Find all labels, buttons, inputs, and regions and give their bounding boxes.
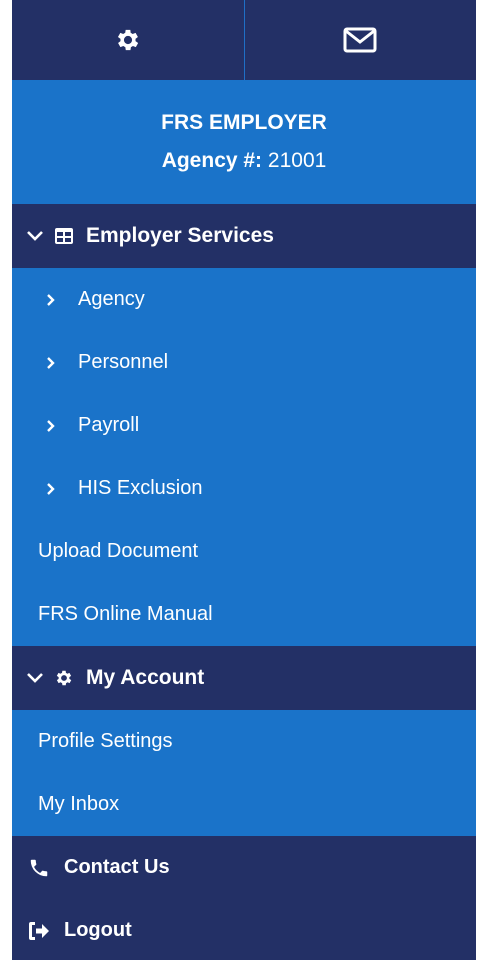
menu-item-label: HIS Exclusion: [78, 477, 203, 499]
logout-link[interactable]: Logout: [12, 899, 476, 960]
chevron-right-icon: [47, 419, 55, 432]
agency-info: FRS EMPLOYER Agency #: 21001: [12, 80, 476, 204]
contact-us-link[interactable]: Contact Us: [12, 836, 476, 899]
upload-document-link[interactable]: Upload Document: [12, 520, 476, 583]
menu-item-label: Personnel: [78, 351, 169, 373]
agency-number: Agency #: 21001: [162, 142, 327, 180]
menu-item-agency[interactable]: Agency: [12, 268, 476, 331]
contact-us-label: Contact Us: [64, 856, 170, 878]
envelope-icon: [343, 27, 377, 53]
my-account-label: My Account: [86, 666, 205, 689]
table-icon: [55, 228, 73, 244]
sidebar-menu: FRS EMPLOYER Agency #: 21001 Employer Se…: [12, 0, 476, 960]
sign-out-icon: [29, 921, 49, 940]
agency-number-value: 21001: [267, 149, 327, 172]
logout-label: Logout: [64, 919, 132, 941]
sidebar-topbar: [12, 0, 476, 80]
agency-number-label: Agency #:: [161, 149, 263, 172]
phone-icon: [30, 859, 48, 876]
my-inbox-label: My Inbox: [38, 793, 120, 815]
profile-settings-label: Profile Settings: [38, 730, 173, 752]
menu-item-his-exclusion[interactable]: HIS Exclusion: [12, 457, 476, 520]
employer-services-list: Agency Personnel Payroll HIS Exclusion: [12, 268, 476, 520]
mail-button[interactable]: [245, 0, 477, 80]
gear-icon: [56, 670, 72, 686]
menu-item-label: Agency: [78, 288, 145, 310]
chevron-right-icon: [47, 293, 55, 306]
employer-services-label: Employer Services: [86, 224, 274, 247]
online-manual-label: FRS Online Manual: [38, 603, 213, 625]
menu-item-payroll[interactable]: Payroll: [12, 394, 476, 457]
chevron-right-icon: [47, 482, 55, 495]
upload-document-label: Upload Document: [38, 540, 199, 562]
menu-item-label: Payroll: [78, 414, 140, 436]
online-manual-link[interactable]: FRS Online Manual: [12, 583, 476, 646]
my-account-header[interactable]: My Account: [12, 646, 476, 710]
my-inbox-link[interactable]: My Inbox: [12, 773, 476, 836]
chevron-down-icon: [27, 231, 43, 241]
chevron-right-icon: [47, 356, 55, 369]
chevron-down-icon: [27, 673, 43, 683]
menu-item-personnel[interactable]: Personnel: [12, 331, 476, 394]
employer-services-header[interactable]: Employer Services: [12, 204, 476, 268]
settings-button[interactable]: [12, 0, 244, 80]
gear-icon: [117, 29, 138, 51]
agency-name: FRS EMPLOYER: [161, 111, 327, 134]
profile-settings-link[interactable]: Profile Settings: [12, 710, 476, 773]
